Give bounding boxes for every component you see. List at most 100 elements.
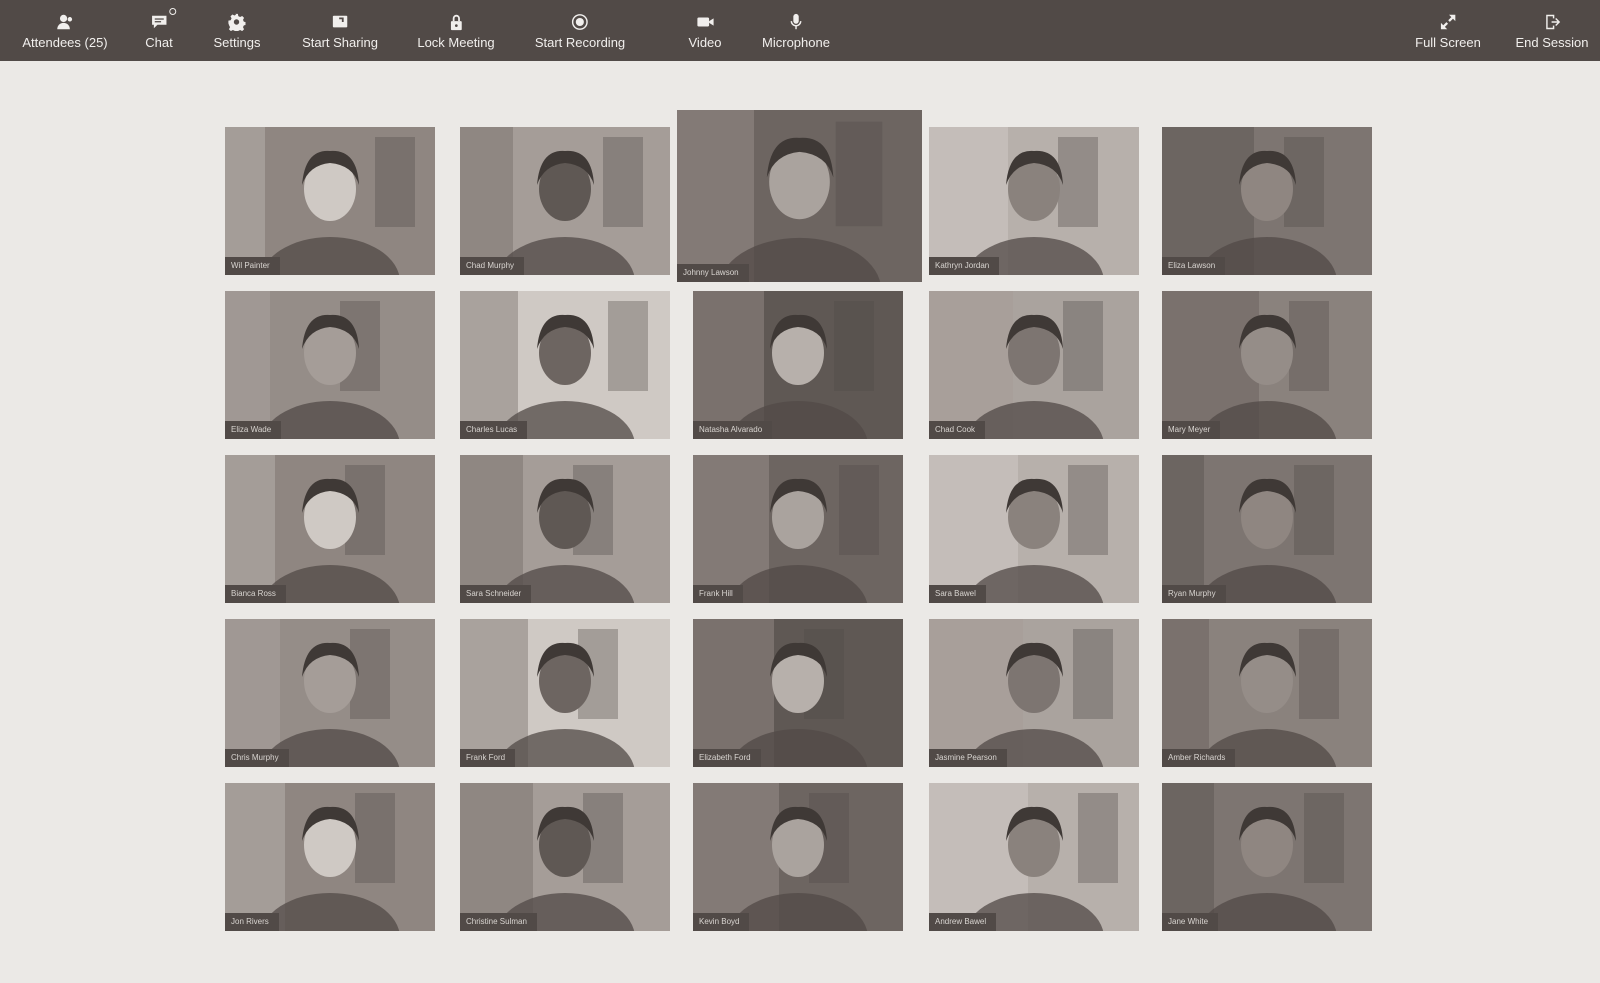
expand-icon [1437, 12, 1459, 32]
exit-icon [1541, 12, 1563, 32]
participant-tile[interactable]: Natasha Alvarado [693, 291, 903, 439]
full-screen-label: Full Screen [1415, 35, 1481, 50]
participant-tile[interactable]: Jon Rivers [225, 783, 435, 931]
participant-tile[interactable]: Amber Richards [1162, 619, 1372, 767]
participant-name-label: Ryan Murphy [1162, 585, 1226, 603]
participant-name-label: Charles Lucas [460, 421, 528, 439]
participant-name-label: Amber Richards [1162, 749, 1236, 767]
gear-icon [226, 12, 248, 32]
start-recording-button[interactable]: Start Recording [535, 0, 625, 61]
record-icon [569, 12, 591, 32]
end-session-label: End Session [1515, 35, 1589, 50]
participant-video-feed [225, 455, 435, 603]
lock-meeting-label: Lock Meeting [417, 35, 495, 50]
participant-tile[interactable]: Frank Ford [460, 619, 670, 767]
attendees-icon [54, 12, 76, 32]
participant-video-feed [693, 455, 903, 603]
attendees-label: Attendees (25) [22, 35, 108, 50]
participant-name-label: Bianca Ross [225, 585, 286, 603]
participant-tile[interactable]: Elizabeth Ford [693, 619, 903, 767]
participant-name-label: Chris Murphy [225, 749, 289, 767]
share-screen-icon [329, 12, 351, 32]
participant-tile[interactable]: Kevin Boyd [693, 783, 903, 931]
participant-tile[interactable]: Chad Cook [929, 291, 1139, 439]
participant-video-feed [929, 127, 1139, 275]
video-label: Video [688, 35, 722, 50]
participant-video-feed [460, 619, 670, 767]
participant-video-feed [1162, 455, 1372, 603]
participant-name-label: Andrew Bawel [929, 913, 997, 931]
participant-name-label: Kevin Boyd [693, 913, 750, 931]
participant-tile[interactable]: Sara Bawel [929, 455, 1139, 603]
participant-name-label: Frank Ford [460, 749, 516, 767]
participant-video-feed [225, 291, 435, 439]
participant-tile[interactable]: Jasmine Pearson [929, 619, 1139, 767]
participant-tile[interactable]: Mary Meyer [1162, 291, 1372, 439]
participant-tile[interactable]: Charles Lucas [460, 291, 670, 439]
participant-name-label: Jane White [1162, 913, 1219, 931]
settings-button[interactable]: Settings [213, 0, 261, 61]
participant-name-label: Jon Rivers [225, 913, 279, 931]
participant-tile[interactable]: Johnny Lawson [677, 110, 922, 282]
participant-name-label: Natasha Alvarado [693, 421, 773, 439]
participant-tile[interactable]: Sara Schneider [460, 455, 670, 603]
video-button[interactable]: Video [688, 0, 722, 61]
participant-video-feed [460, 127, 670, 275]
participant-tile[interactable]: Frank Hill [693, 455, 903, 603]
participant-name-label: Frank Hill [693, 585, 743, 603]
participant-name-label: Jasmine Pearson [929, 749, 1007, 767]
participant-video-feed [460, 291, 670, 439]
participant-name-label: Eliza Lawson [1162, 257, 1226, 275]
lock-icon [445, 12, 467, 32]
participant-tile[interactable]: Christine Sulman [460, 783, 670, 931]
participant-name-label: Chad Murphy [460, 257, 525, 275]
participant-video-feed [929, 619, 1139, 767]
participant-name-label: Sara Schneider [460, 585, 532, 603]
end-session-button[interactable]: End Session [1516, 0, 1589, 61]
participant-video-feed [929, 455, 1139, 603]
participant-video-feed [225, 783, 435, 931]
participant-tile[interactable]: Ryan Murphy [1162, 455, 1372, 603]
microphone-button[interactable]: Microphone [762, 0, 830, 61]
participant-tile[interactable]: Jane White [1162, 783, 1372, 931]
participant-tile[interactable]: Chad Murphy [460, 127, 670, 275]
participant-video-feed [693, 783, 903, 931]
chat-notification-dot [169, 8, 176, 15]
chat-button[interactable]: Chat [145, 0, 176, 61]
participant-name-label: Christine Sulman [460, 913, 537, 931]
participant-name-label: Chad Cook [929, 421, 986, 439]
participant-video-feed [929, 291, 1139, 439]
settings-label: Settings [213, 35, 261, 50]
participant-tile[interactable]: Andrew Bawel [929, 783, 1139, 931]
attendees-button[interactable]: Attendees (25) [22, 0, 108, 61]
video-camera-icon [694, 12, 716, 32]
participant-name-label: Eliza Wade [225, 421, 282, 439]
participant-video-feed [225, 127, 435, 275]
start-recording-label: Start Recording [534, 35, 626, 50]
participant-video-feed [693, 291, 903, 439]
participant-name-label: Johnny Lawson [677, 264, 749, 282]
participant-tile[interactable]: Eliza Wade [225, 291, 435, 439]
participant-tile[interactable]: Eliza Lawson [1162, 127, 1372, 275]
participant-video-feed [693, 619, 903, 767]
participant-name-label: Sara Bawel [929, 585, 986, 603]
lock-meeting-button[interactable]: Lock Meeting [417, 0, 495, 61]
participant-name-label: Elizabeth Ford [693, 749, 761, 767]
participant-video-feed [460, 783, 670, 931]
participant-tile[interactable]: Kathryn Jordan [929, 127, 1139, 275]
participant-video-feed [1162, 619, 1372, 767]
meeting-toolbar: Attendees (25) Chat Settings Start Shari… [0, 0, 1600, 61]
participant-video-feed [1162, 291, 1372, 439]
participant-video-feed [929, 783, 1139, 931]
full-screen-button[interactable]: Full Screen [1415, 0, 1481, 61]
start-sharing-button[interactable]: Start Sharing [302, 0, 378, 61]
participant-video-feed [225, 619, 435, 767]
participant-video-feed [1162, 783, 1372, 931]
chat-icon [148, 8, 176, 32]
participant-name-label: Wil Painter [225, 257, 280, 275]
participant-tile[interactable]: Wil Painter [225, 127, 435, 275]
participant-tile[interactable]: Chris Murphy [225, 619, 435, 767]
participant-video-feed [677, 110, 922, 282]
chat-label: Chat [145, 35, 173, 50]
participant-tile[interactable]: Bianca Ross [225, 455, 435, 603]
